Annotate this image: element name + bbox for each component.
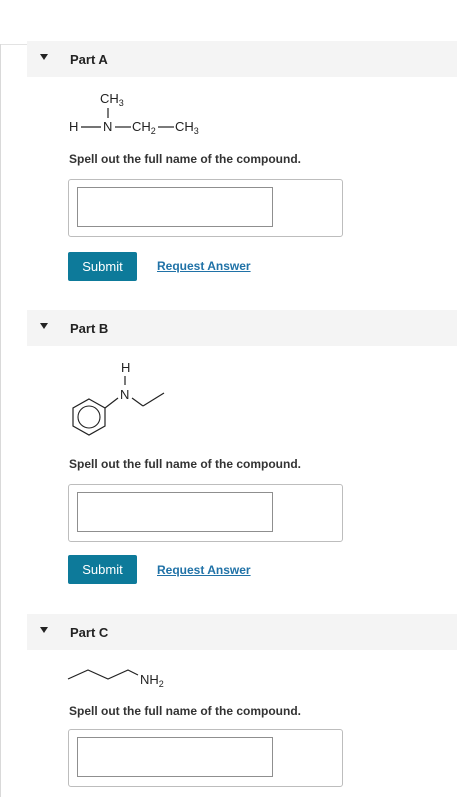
part-a-header[interactable]: Part A bbox=[27, 41, 457, 77]
nh2-label: NH2 bbox=[140, 672, 164, 689]
part-b-answer-input[interactable] bbox=[77, 492, 273, 532]
part-a-answer-input[interactable] bbox=[77, 187, 273, 227]
n-atom: N bbox=[103, 119, 112, 134]
part-c-prompt: Spell out the full name of the compound. bbox=[69, 704, 301, 718]
carbon-chain bbox=[67, 669, 139, 680]
part-a-prompt: Spell out the full name of the compound. bbox=[69, 152, 301, 166]
ch3-right-label: CH3 bbox=[175, 119, 199, 136]
part-b-title: Part B bbox=[70, 320, 109, 336]
part-a-title: Part A bbox=[70, 51, 108, 67]
part-c-answer-input[interactable] bbox=[77, 737, 273, 777]
aromatic-circle bbox=[77, 405, 101, 429]
part-a-structure: CH3 H N CH2 CH3 bbox=[69, 91, 199, 136]
left-divider bbox=[0, 44, 1, 797]
ch3-top-label: CH3 bbox=[100, 91, 124, 108]
part-c-title: Part C bbox=[70, 624, 109, 640]
caret-down-icon[interactable] bbox=[40, 54, 48, 60]
part-a-request-answer-link[interactable]: Request Answer bbox=[157, 259, 251, 273]
part-a-submit-button[interactable]: Submit bbox=[68, 252, 137, 281]
part-b-prompt: Spell out the full name of the compound. bbox=[69, 457, 301, 471]
part-b-answer-container bbox=[68, 484, 343, 542]
part-b-submit-button[interactable]: Submit bbox=[68, 555, 137, 584]
h-atom: H bbox=[121, 360, 130, 375]
h-atom: H bbox=[69, 119, 78, 134]
part-a-answer-container bbox=[68, 179, 343, 237]
ch2-label: CH2 bbox=[132, 119, 156, 136]
n-atom: N bbox=[120, 387, 129, 402]
part-b-request-answer-link[interactable]: Request Answer bbox=[157, 563, 251, 577]
part-b-structure: H N bbox=[72, 360, 165, 436]
caret-down-icon[interactable] bbox=[40, 323, 48, 329]
part-c-structure: NH2 bbox=[67, 669, 164, 689]
part-b-header[interactable]: Part B bbox=[27, 310, 457, 346]
caret-down-icon[interactable] bbox=[40, 627, 48, 633]
part-c-header[interactable]: Part C bbox=[27, 614, 457, 650]
part-c-answer-container bbox=[68, 729, 343, 787]
